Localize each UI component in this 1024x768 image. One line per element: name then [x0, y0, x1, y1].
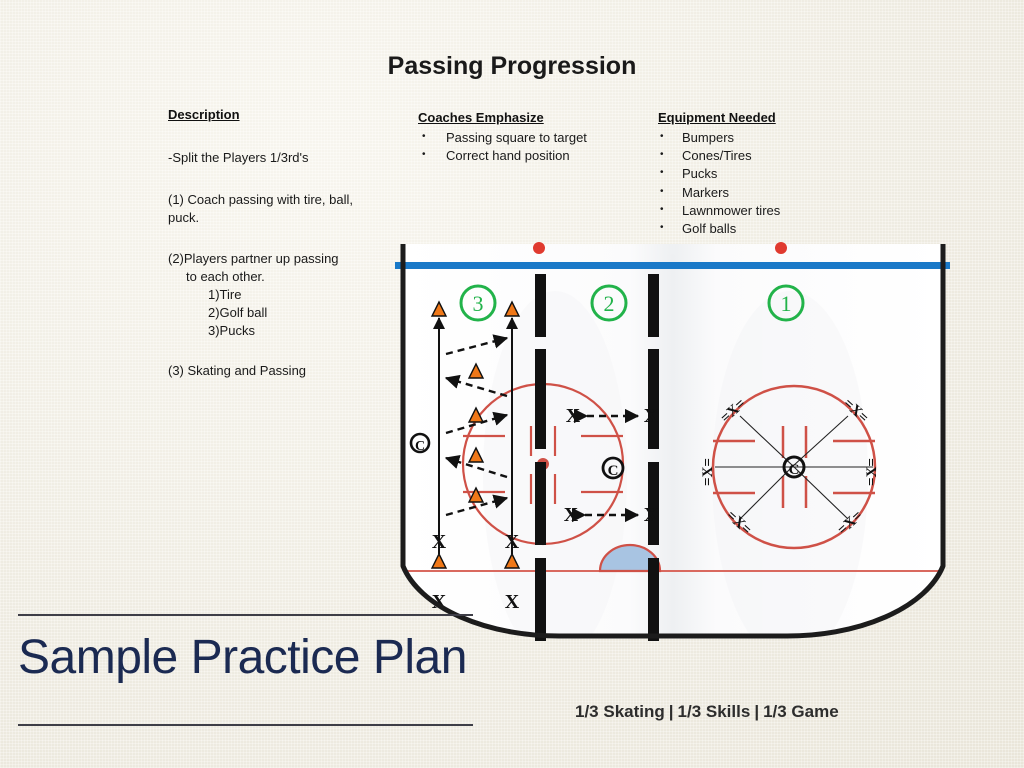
- svg-text:=X=: =X=: [700, 458, 716, 486]
- blue-line: [395, 262, 950, 269]
- svg-text:X: X: [564, 504, 579, 526]
- description-line-each-other: to each other.: [186, 269, 265, 284]
- description-line-coach-passing: (1) Coach passing with tire, ball, puck.: [168, 192, 353, 225]
- slide-canvas: Passing Progression Description -Split t…: [0, 0, 1024, 768]
- description-line-partner-up: (2)Players partner up passing: [168, 251, 339, 266]
- description-line-pucks: 3)Pucks: [208, 323, 255, 338]
- thirds-part-game: 1/3 Game: [763, 702, 839, 721]
- svg-text:X: X: [644, 405, 659, 427]
- footer-title-block: Sample Practice Plan: [18, 614, 478, 726]
- svg-text:X: X: [505, 531, 520, 553]
- svg-text:X: X: [505, 591, 520, 613]
- coaches-emphasize-heading: Coaches Emphasize: [418, 110, 544, 125]
- thirds-separator-1: |: [668, 702, 674, 721]
- coaches-emphasize-column: Coaches Emphasize Passing square to targ…: [418, 110, 643, 165]
- description-heading: Description: [168, 107, 240, 122]
- thirds-part-skating: 1/3 Skating: [575, 702, 665, 721]
- list-item: Bumpers: [658, 128, 858, 147]
- equipment-needed-column: Equipment Needed Bumpers Cones/Tires Puc…: [658, 110, 858, 238]
- description-column: Description -Split the Players 1/3rd's (…: [168, 107, 383, 380]
- svg-text:X: X: [432, 531, 447, 553]
- list-item: Cones/Tires: [658, 146, 858, 165]
- description-line-tire: 1)Tire: [208, 287, 242, 302]
- zone-label-3-text: 3: [473, 291, 484, 316]
- list-item: Lawnmower tires: [658, 201, 858, 220]
- coaches-emphasize-list: Passing square to target Correct hand po…: [418, 128, 643, 165]
- description-line-skating-passing: (3) Skating and Passing: [168, 363, 307, 378]
- zone-label-1-text: 1: [781, 291, 792, 316]
- divider-top: [18, 614, 473, 616]
- equipment-needed-list: Bumpers Cones/Tires Pucks Markers Lawnmo…: [658, 128, 858, 238]
- page-title: Passing Progression: [387, 52, 637, 80]
- svg-text:X: X: [644, 504, 659, 526]
- zone-label-2-text: 2: [604, 291, 615, 316]
- divider-bottom: [18, 724, 473, 726]
- list-item: Markers: [658, 183, 858, 202]
- description-line-golf-ball: 2)Golf ball: [208, 305, 268, 320]
- list-item: Pucks: [658, 164, 858, 183]
- footer-sample-title: Sample Practice Plan: [18, 631, 467, 684]
- svg-text:X: X: [566, 405, 581, 427]
- svg-text:C: C: [415, 439, 425, 454]
- thirds-separator-2: |: [754, 702, 760, 721]
- practice-thirds-caption: 1/3 Skating | 1/3 Skills | 1/3 Game: [575, 702, 839, 722]
- thirds-part-skills: 1/3 Skills: [677, 702, 751, 721]
- goal-line: [403, 570, 943, 572]
- svg-text:C: C: [789, 462, 800, 478]
- equipment-needed-heading: Equipment Needed: [658, 110, 776, 125]
- rink-diagram: X X X X C X X X X C =X= =X= =X= =X= =X= …: [395, 236, 950, 648]
- svg-text:=X=: =X=: [864, 458, 880, 486]
- list-item: Passing square to target: [418, 128, 643, 147]
- description-line-split-players: -Split the Players 1/3rd's: [168, 150, 309, 165]
- svg-text:C: C: [608, 463, 619, 479]
- description-partner-block: (2)Players partner up passing to each ot…: [168, 250, 383, 340]
- list-item: Correct hand position: [418, 146, 643, 165]
